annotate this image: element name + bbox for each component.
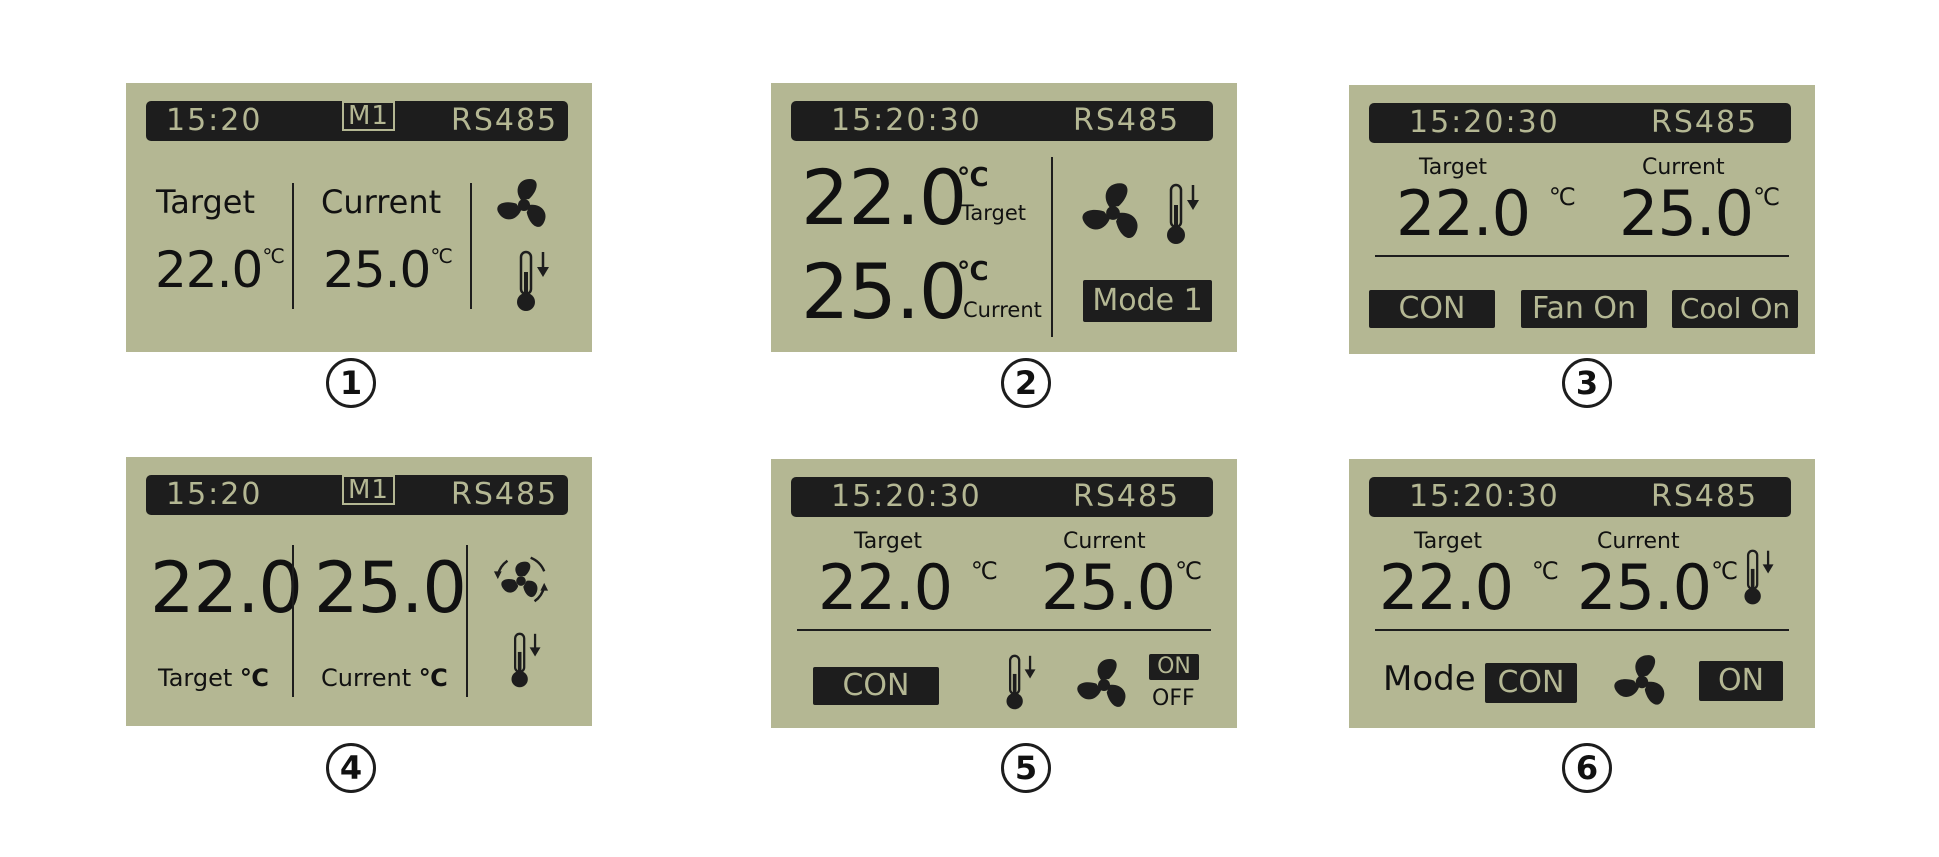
lcd-screen-3: 15:20:30 RS485 Target 22.0 ℃ Current 25.… <box>1349 85 1815 354</box>
lcd-screen-1: 15:20 M1 RS485 Target 22.0℃ Current 25.0… <box>126 83 592 352</box>
clock: 15:20:30 <box>831 103 982 138</box>
divider <box>1051 157 1053 337</box>
screen-number-5: 5 <box>1001 743 1051 793</box>
thermometer-down-icon <box>1744 549 1774 605</box>
target-value: 22.0 <box>150 547 303 629</box>
current-value: 25.0℃ <box>1041 551 1202 624</box>
fan-icon <box>1077 659 1126 707</box>
thermometer-down-icon <box>517 250 549 311</box>
status-bar: 15:20:30 RS485 <box>791 477 1213 517</box>
unit-label: ℃ <box>970 557 998 585</box>
unit-label: ℃ <box>1753 183 1780 211</box>
current-value: 25.0℃ <box>1619 177 1780 250</box>
unit-label: ℃ <box>1548 183 1576 211</box>
current-value: 25.0 <box>314 547 467 629</box>
thermometer-down-icon <box>1167 183 1199 244</box>
comm-label: RS485 <box>451 103 559 138</box>
screen-number-2: 2 <box>1001 358 1051 408</box>
current-value: 25.0℃ <box>323 241 453 299</box>
con-chip: CON <box>1369 290 1495 328</box>
target-value: 22.0 ℃ <box>1396 177 1576 250</box>
status-bar: 15:20:30 RS485 <box>1369 103 1791 143</box>
lcd-screen-6: 15:20:30 RS485 Target 22.0 ℃ Current 25.… <box>1349 459 1815 728</box>
comm-label: RS485 <box>1651 105 1759 140</box>
clock: 15:20:30 <box>1409 105 1560 140</box>
status-bar: 15:20:30 RS485 <box>791 101 1213 141</box>
lcd-screen-5: 15:20:30 RS485 Target 22.0 ℃ Current 25.… <box>771 459 1237 728</box>
clock: 15:20 <box>166 477 263 512</box>
target-label: Target ℃ <box>158 664 269 692</box>
unit-label: ℃ <box>418 664 448 692</box>
unit-label: ℃ <box>957 257 989 287</box>
fan-icon <box>497 179 546 227</box>
status-bar: 15:20 M1 RS485 <box>146 475 568 515</box>
target-value: 22.0℃ <box>155 241 285 299</box>
fan-on-chip: ON <box>1149 654 1199 680</box>
mode-badge: M1 <box>342 475 395 505</box>
clock: 15:20:30 <box>1409 479 1560 514</box>
current-label: Current <box>321 183 442 221</box>
unit-label: ℃ <box>239 664 269 692</box>
divider <box>1375 255 1789 257</box>
divider <box>466 545 468 697</box>
unit-label: ℃ <box>430 244 452 268</box>
divider <box>470 183 472 309</box>
current-label: Current ℃ <box>321 664 448 692</box>
screen-number-4: 4 <box>326 743 376 793</box>
fan-icon <box>1614 655 1665 705</box>
mode-chip: Mode 1 <box>1083 280 1212 322</box>
current-label: Current <box>963 298 1042 322</box>
cool-on-chip: Cool On <box>1672 290 1798 328</box>
comm-label: RS485 <box>1073 103 1181 138</box>
screen-number-3: 3 <box>1562 358 1612 408</box>
thermometer-down-icon <box>1006 654 1036 710</box>
divider <box>292 183 294 309</box>
mode-badge: M1 <box>342 101 395 131</box>
fan-on-chip: Fan On <box>1521 290 1647 328</box>
screen-number-6: 6 <box>1562 743 1612 793</box>
unit-label: ℃ <box>1711 557 1738 585</box>
fan-off-label: OFF <box>1152 686 1195 711</box>
fan-icon <box>1082 183 1138 238</box>
comm-label: RS485 <box>451 477 559 512</box>
comm-label: RS485 <box>1651 479 1759 514</box>
status-bar: 15:20 M1 RS485 <box>146 101 568 141</box>
con-chip: CON <box>813 667 939 705</box>
lcd-screen-2: 15:20:30 RS485 22.0 ℃ Target 25.0 ℃ Curr… <box>771 83 1237 352</box>
comm-label: RS485 <box>1073 479 1181 514</box>
con-chip: CON <box>1485 663 1577 703</box>
divider <box>292 545 294 697</box>
unit-label: ℃ <box>1175 557 1202 585</box>
mode-label: Mode <box>1383 659 1476 699</box>
divider <box>1375 629 1789 631</box>
unit-label: ℃ <box>957 163 989 193</box>
current-value: 25.0℃ <box>1577 551 1738 624</box>
fan-state-chip: ON <box>1699 661 1783 701</box>
target-value: 22.0 ℃ <box>818 551 998 624</box>
thermometer-down-icon <box>511 632 541 688</box>
fan-rotate-icon <box>493 556 549 603</box>
target-label: Target <box>156 183 255 221</box>
lcd-screen-4: 15:20 M1 RS485 22.0 25.0 Target ℃ Curren… <box>126 457 592 726</box>
target-value: 22.0 ℃ <box>1379 551 1559 624</box>
target-label: Target <box>961 201 1026 225</box>
current-value: 25.0 <box>801 247 967 336</box>
screen-number-1: 1 <box>326 358 376 408</box>
unit-label: ℃ <box>262 244 284 268</box>
clock: 15:20:30 <box>831 479 982 514</box>
clock: 15:20 <box>166 103 263 138</box>
target-value: 22.0 <box>801 153 967 242</box>
status-bar: 15:20:30 RS485 <box>1369 477 1791 517</box>
unit-label: ℃ <box>1531 557 1559 585</box>
divider <box>797 629 1211 631</box>
